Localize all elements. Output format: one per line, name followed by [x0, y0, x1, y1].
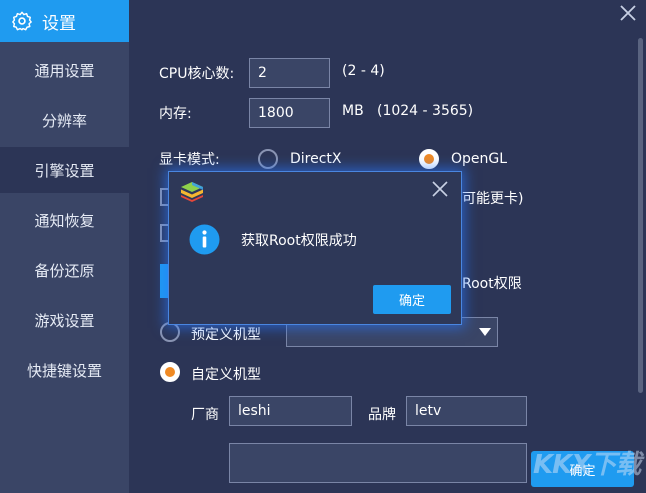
dialog-message: 获取Root权限成功	[241, 233, 357, 249]
gear-icon	[12, 11, 32, 31]
app-logo-icon	[181, 182, 203, 202]
memory-unit: MB	[342, 103, 364, 119]
custom-model-label: 自定义机型	[191, 367, 261, 383]
sidebar-item-engine[interactable]: 引擎设置	[0, 147, 129, 193]
radio-directx[interactable]	[258, 149, 278, 169]
preset-model-label: 预定义机型	[191, 327, 261, 343]
dialog-ok-button[interactable]: 确定	[373, 285, 451, 314]
vendor-label: 厂商	[191, 407, 219, 423]
radio-opengl[interactable]	[419, 149, 439, 169]
radio-preset-model[interactable]	[160, 322, 180, 342]
cpu-input[interactable]: 2	[249, 58, 330, 88]
gpu-mode-label: 显卡模式:	[159, 152, 220, 168]
brand-label: 品牌	[368, 407, 396, 423]
sidebar-item-notification[interactable]: 通知恢复	[0, 197, 129, 243]
sidebar-title: 设置	[42, 13, 76, 34]
sidebar-item-backup[interactable]: 备份还原	[0, 247, 129, 293]
opengl-label: OpenGL	[451, 151, 508, 167]
cpu-label: CPU核心数:	[159, 66, 235, 82]
watermark: KKX下载	[533, 450, 641, 480]
radio-custom-model[interactable]	[160, 362, 180, 382]
checkbox-option-1-text: 可能更卡)	[462, 191, 524, 207]
cpu-range: (2 - 4)	[342, 63, 385, 79]
vendor-input[interactable]: leshi	[229, 396, 352, 426]
close-icon[interactable]	[619, 4, 637, 22]
sidebar-item-game[interactable]: 游戏设置	[0, 297, 129, 343]
info-icon	[189, 224, 220, 255]
memory-range: (1024 - 3565)	[377, 103, 474, 119]
brand-input[interactable]: letv	[406, 396, 527, 426]
scrollbar-thumb[interactable]	[638, 38, 643, 393]
memory-label: 内存:	[159, 106, 192, 122]
sidebar-item-general[interactable]: 通用设置	[0, 47, 129, 93]
directx-label: DirectX	[290, 151, 342, 167]
dialog-close-icon[interactable]	[432, 181, 448, 197]
memory-input[interactable]: 1800	[249, 98, 330, 128]
sidebar-header: 设置	[0, 0, 129, 42]
chevron-down-icon	[479, 328, 491, 336]
model-input[interactable]	[229, 443, 527, 483]
sidebar-item-resolution[interactable]: 分辨率	[0, 97, 129, 143]
sidebar-item-shortcuts[interactable]: 快捷键设置	[0, 347, 129, 393]
success-dialog: 获取Root权限成功 确定	[168, 171, 462, 325]
root-option-text: Root权限	[462, 276, 522, 292]
sidebar: 设置 通用设置 分辨率 引擎设置 通知恢复 备份还原 游戏设置 快捷键设置	[0, 0, 129, 493]
